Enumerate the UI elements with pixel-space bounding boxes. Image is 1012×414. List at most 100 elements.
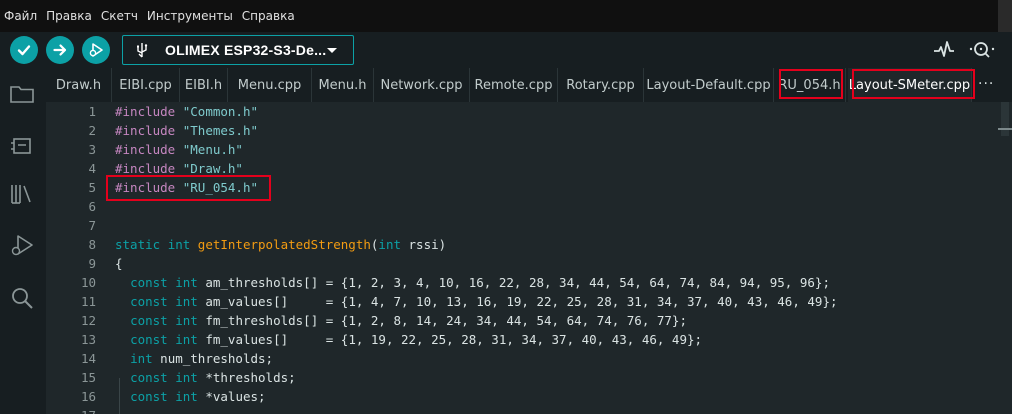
code-line: const int *values;: [115, 389, 266, 404]
toolbar: OLIMEX ESP32-S3-De...: [0, 32, 1012, 68]
tab-menu-cpp[interactable]: Menu.cpp: [228, 68, 312, 102]
keyword: int: [175, 313, 198, 328]
menu-sketch[interactable]: Скетч: [101, 9, 138, 23]
tab-label: Network.cpp: [380, 77, 463, 93]
tab-label: Layout-Default.cpp: [646, 77, 771, 93]
line-number: 16: [80, 389, 96, 404]
keyword: int: [167, 237, 191, 252]
menu-edit[interactable]: Правка: [46, 9, 92, 23]
code-line: #include "Themes.h": [115, 123, 258, 138]
keyword: int: [378, 237, 401, 252]
line-number: 17: [46, 408, 96, 414]
line-number: 5: [88, 180, 96, 195]
pulse-icon[interactable]: [932, 38, 956, 62]
code-line: {: [115, 256, 123, 271]
preprocessor: #include: [115, 123, 176, 138]
tab-label: Menu.cpp: [237, 77, 302, 93]
code-text: fm_values[] = {1, 19, 22, 25, 28, 31, 34…: [197, 332, 703, 347]
line-number: 9: [88, 256, 96, 271]
tab-draw-h[interactable]: Draw.h: [46, 68, 112, 102]
tab-menu-h[interactable]: Menu.h: [312, 68, 374, 102]
menu-help[interactable]: Справка: [242, 9, 295, 23]
keyword: int: [175, 332, 198, 347]
menu-tools[interactable]: Инструменты: [147, 9, 233, 23]
line-number: 8: [88, 237, 96, 252]
debug-icon[interactable]: [8, 232, 36, 260]
code-text: *values;: [197, 389, 266, 404]
params: rssi): [401, 237, 447, 252]
search-icon[interactable]: [8, 284, 36, 312]
code-line: const int fm_values[] = {1, 19, 22, 25, …: [115, 332, 702, 347]
code-line: int num_thresholds;: [115, 351, 273, 366]
code-editor[interactable]: 1 2 3 4 5 6 7 8 9 10 11 12 13 14 15 16 1…: [46, 102, 1012, 414]
line-number: 1: [88, 104, 96, 119]
library-icon[interactable]: [8, 180, 36, 208]
line-number: 10: [80, 275, 96, 290]
board-selector[interactable]: OLIMEX ESP32-S3-De...: [122, 35, 354, 65]
string: "Common.h": [182, 104, 259, 119]
tab-label: RU_054.h: [778, 77, 841, 93]
more-tabs-icon[interactable]: ···: [978, 76, 994, 92]
keyword: int: [130, 351, 153, 366]
code-line: const int *thresholds;: [115, 370, 296, 385]
tab-eibi-cpp[interactable]: EIBI.cpp: [112, 68, 180, 102]
scrollbar-thumb[interactable]: [1001, 102, 1009, 136]
tab-remote-cpp[interactable]: Remote.cpp: [470, 68, 558, 102]
tab-eibi-h[interactable]: EIBI.h: [180, 68, 228, 102]
editor-tabs: Draw.h EIBI.cpp EIBI.h Menu.cpp Menu.h N…: [46, 68, 1012, 102]
keyword: const: [130, 294, 168, 309]
tab-label: Menu.h: [318, 77, 367, 93]
debug-button[interactable]: [82, 36, 110, 64]
folder-icon[interactable]: [8, 80, 36, 108]
vertical-scrollbar[interactable]: [998, 102, 1012, 414]
board-manager-icon[interactable]: [8, 132, 36, 160]
preprocessor: #include: [115, 161, 176, 176]
function-name: getInterpolatedStrength: [197, 237, 371, 252]
tab-layout-smeter-cpp[interactable]: Layout-SMeter.cpp: [848, 68, 972, 102]
keyword: int: [175, 294, 198, 309]
board-name: OLIMEX ESP32-S3-De...: [165, 42, 327, 58]
tab-label: EIBI.cpp: [119, 77, 172, 93]
code-line: #include "Menu.h": [115, 142, 243, 157]
line-number: 14: [80, 351, 96, 366]
activity-sidebar: [0, 68, 46, 414]
usb-icon: [137, 43, 148, 58]
magnifier-dots-icon[interactable]: [968, 38, 998, 62]
line-number: 2: [88, 123, 96, 138]
arrow-right-icon: [53, 44, 67, 56]
code-text: fm_thresholds[] = {1, 2, 8, 14, 24, 34, …: [197, 313, 687, 328]
tab-label: Rotary.cpp: [566, 77, 635, 93]
debug-play-icon: [89, 43, 103, 57]
line-number: 6: [88, 199, 96, 214]
chevron-down-icon: [327, 48, 337, 53]
string: "RU_054.h": [182, 180, 259, 195]
check-icon: [17, 45, 31, 56]
menu-file[interactable]: Файл: [4, 9, 37, 23]
tab-ru-054-h[interactable]: RU_054.h: [774, 68, 846, 102]
verify-button[interactable]: [10, 36, 38, 64]
preprocessor: #include: [115, 104, 176, 119]
tab-rotary-cpp[interactable]: Rotary.cpp: [558, 68, 644, 102]
scrollbar-marker: [998, 128, 1012, 130]
code-text: am_values[] = {1, 4, 7, 10, 13, 16, 19, …: [197, 294, 838, 309]
preprocessor: #include: [115, 142, 176, 157]
code-line: #include "RU_054.h": [115, 180, 258, 195]
keyword: const: [130, 313, 168, 328]
window-edge: [998, 0, 1012, 32]
tab-layout-default-cpp[interactable]: Layout-Default.cpp: [644, 68, 774, 102]
keyword: int: [175, 370, 198, 385]
keyword: int: [175, 389, 198, 404]
tab-label: Layout-SMeter.cpp: [848, 77, 971, 93]
keyword: const: [130, 389, 168, 404]
upload-button[interactable]: [46, 36, 74, 64]
keyword: const: [130, 275, 168, 290]
code-line: const int am_values[] = {1, 4, 7, 10, 13…: [115, 294, 838, 309]
string: "Menu.h": [182, 142, 243, 157]
line-number: 15: [80, 370, 96, 385]
line-number: 7: [88, 218, 96, 233]
tab-label: EIBI.h: [184, 77, 223, 93]
tab-network-cpp[interactable]: Network.cpp: [374, 68, 470, 102]
code-line: static int getInterpolatedStrength(int r…: [115, 237, 446, 252]
code-text: num_thresholds;: [152, 351, 274, 366]
code-text: *thresholds;: [197, 370, 296, 385]
